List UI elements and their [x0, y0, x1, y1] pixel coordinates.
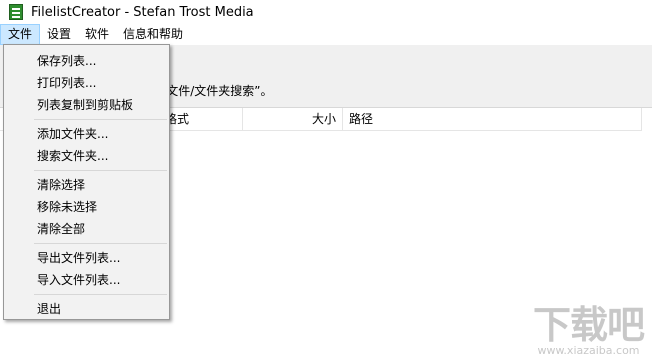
menu-separator — [34, 294, 167, 295]
title-bar: FilelistCreator - Stefan Trost Media — [0, 0, 652, 24]
menu-bar: 文件 设置 软件 信息和帮助 — [0, 24, 652, 45]
menu-item-clear-selection[interactable]: 清除选择 — [4, 174, 169, 196]
menu-item-save-list[interactable]: 保存列表... — [4, 50, 169, 72]
column-header-size[interactable]: 大小 — [243, 108, 343, 130]
menu-file[interactable]: 文件 — [0, 24, 41, 45]
menu-separator — [34, 119, 167, 120]
menu-item-search-folder[interactable]: 搜索文件夹... — [4, 145, 169, 167]
app-icon — [9, 4, 23, 20]
menu-item-print-list[interactable]: 打印列表... — [4, 72, 169, 94]
watermark-main: 下载吧 — [532, 303, 645, 347]
file-menu-dropdown: 保存列表... 打印列表... 列表复制到剪贴板 添加文件夹... 搜索文件夹.… — [3, 44, 170, 320]
menu-item-import-list[interactable]: 导入文件列表... — [4, 269, 169, 291]
menu-settings[interactable]: 设置 — [40, 24, 78, 45]
menu-item-clear-all[interactable]: 清除全部 — [4, 218, 169, 240]
menu-software[interactable]: 软件 — [78, 24, 116, 45]
menu-item-export-list[interactable]: 导出文件列表... — [4, 247, 169, 269]
menu-item-remove-unselected[interactable]: 移除未选择 — [4, 196, 169, 218]
menu-separator — [34, 170, 167, 171]
column-header-path[interactable]: 路径 — [343, 108, 642, 130]
window-title: FilelistCreator - Stefan Trost Media — [31, 4, 254, 20]
menu-separator — [34, 243, 167, 244]
menu-item-add-folder[interactable]: 添加文件夹... — [4, 123, 169, 145]
menu-item-copy-list[interactable]: 列表复制到剪贴板 — [4, 94, 169, 116]
watermark-logo: 下载吧 www.xiazaiba.com — [532, 303, 645, 357]
menu-item-exit[interactable]: 退出 — [4, 298, 169, 320]
watermark-url: www.xiazaiba.com — [537, 344, 640, 357]
menu-info-help[interactable]: 信息和帮助 — [116, 24, 190, 45]
